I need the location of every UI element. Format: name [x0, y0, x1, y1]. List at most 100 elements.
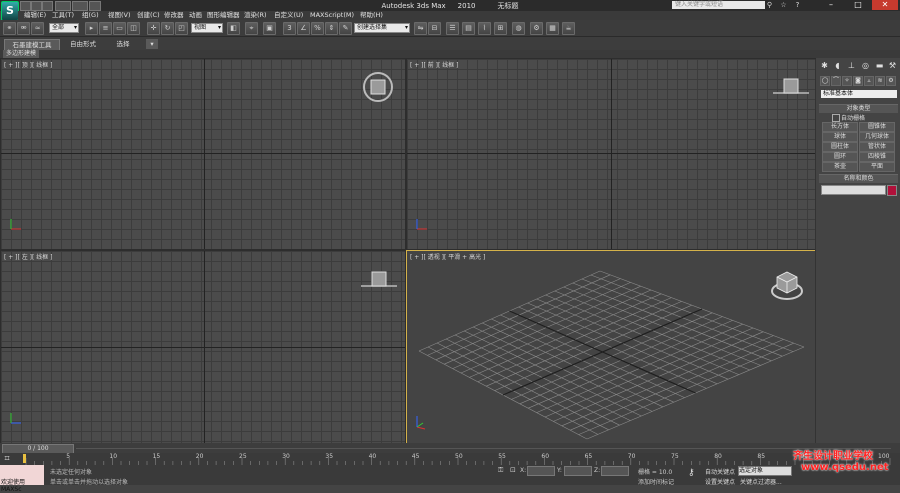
- named-selection-dropdown[interactable]: 创建选择集: [354, 23, 410, 33]
- reference-coordinate-dropdown[interactable]: 视图: [191, 23, 223, 33]
- select-object-icon[interactable]: ▸: [85, 22, 98, 35]
- sphere-button[interactable]: 球体: [822, 132, 858, 142]
- percent-snap-icon[interactable]: %: [311, 22, 324, 35]
- keyboard-shortcut-override-icon[interactable]: ▣: [263, 22, 276, 35]
- name-color-rollout[interactable]: 名称和颜色: [819, 174, 898, 183]
- tab-graphite-modeling[interactable]: 石墨建模工具: [4, 39, 60, 50]
- primitive-category-dropdown[interactable]: 标准基本体: [821, 90, 897, 98]
- menu-rendering[interactable]: 渲染(R): [244, 11, 267, 20]
- curve-editor-icon[interactable]: ⌇: [478, 22, 491, 35]
- torus-button[interactable]: 圆环: [822, 152, 858, 162]
- viewport-front[interactable]: [ + ][ 前 ][ 线框 ]: [406, 58, 816, 250]
- bind-space-warp-icon[interactable]: ≈: [31, 22, 44, 35]
- object-name-input[interactable]: [821, 185, 886, 195]
- z-coordinate-input[interactable]: [601, 466, 629, 476]
- helpers-icon[interactable]: ▵: [864, 76, 874, 86]
- menu-customize[interactable]: 自定义(U): [274, 11, 303, 20]
- scale-icon[interactable]: ◰: [175, 22, 188, 35]
- menu-group[interactable]: 组(G): [82, 11, 99, 20]
- viewport-top-label[interactable]: [ + ][ 顶 ][ 线框 ]: [4, 60, 53, 69]
- material-editor-icon[interactable]: ◍: [512, 22, 525, 35]
- render-setup-icon[interactable]: ⚙: [530, 22, 543, 35]
- shapes-icon[interactable]: ⌒: [831, 76, 841, 86]
- select-link-icon[interactable]: ⚭: [3, 22, 16, 35]
- save-file-icon[interactable]: [42, 1, 53, 11]
- pivot-center-icon[interactable]: ◧: [227, 22, 240, 35]
- object-color-swatch[interactable]: [887, 185, 897, 196]
- geometry-icon[interactable]: ◯: [820, 76, 830, 86]
- viewport-left-label[interactable]: [ + ][ 左 ][ 线框 ]: [4, 252, 53, 261]
- selection-filter-dropdown[interactable]: 全部: [49, 23, 79, 33]
- maximize-button[interactable]: □: [845, 0, 871, 10]
- viewport-front-label[interactable]: [ + ][ 前 ][ 线框 ]: [410, 60, 459, 69]
- teapot-button[interactable]: 茶壶: [822, 162, 858, 172]
- menu-animation[interactable]: 动画: [189, 11, 202, 20]
- menu-modifiers[interactable]: 修改器: [164, 11, 184, 20]
- mini-curve-editor-icon[interactable]: ⌗: [0, 453, 14, 465]
- viewcube-top-icon[interactable]: [361, 70, 395, 104]
- ribbon-minimize-icon[interactable]: ▾: [146, 39, 158, 49]
- rotate-icon[interactable]: ↻: [161, 22, 174, 35]
- menu-tools[interactable]: 工具(T): [52, 11, 74, 20]
- tab-selection[interactable]: 选择: [108, 39, 138, 49]
- move-icon[interactable]: ✛: [147, 22, 160, 35]
- tube-button[interactable]: 管状体: [859, 142, 895, 152]
- angle-snap-icon[interactable]: ∠: [297, 22, 310, 35]
- unlink-icon[interactable]: ⚮: [17, 22, 30, 35]
- select-by-name-icon[interactable]: ≡: [99, 22, 112, 35]
- open-file-icon[interactable]: [31, 1, 42, 11]
- box-button[interactable]: 长方体: [822, 122, 858, 132]
- timeline-ruler[interactable]: 5 10 15 20 25 30 35 40 45 50 55 60 65 70 75 80 85 90 95 100…: [0, 453, 900, 465]
- rendered-frame-window-icon[interactable]: ▦: [546, 22, 559, 35]
- menu-graph-editors[interactable]: 图形编辑器: [207, 11, 240, 20]
- schematic-view-icon[interactable]: ⊞: [494, 22, 507, 35]
- spinner-snap-icon[interactable]: ⇕: [325, 22, 338, 35]
- menu-maxscript[interactable]: MAXScript(M): [310, 11, 354, 20]
- utilities-tab-icon[interactable]: ⚒: [888, 61, 897, 70]
- pyramid-button[interactable]: 四棱锥: [859, 152, 895, 162]
- lock-selection-icon[interactable]: ⚿: [498, 466, 503, 475]
- geosphere-button[interactable]: 几何球体: [859, 132, 895, 142]
- mirror-icon[interactable]: ⇋: [414, 22, 427, 35]
- viewcube-front-icon[interactable]: [771, 75, 811, 101]
- select-manipulate-icon[interactable]: ⌖: [245, 22, 258, 35]
- menu-create[interactable]: 创建(C): [137, 11, 160, 20]
- new-file-icon[interactable]: [20, 1, 31, 11]
- cameras-icon[interactable]: ◙: [853, 76, 863, 86]
- polygon-modeling-panel[interactable]: 多边形建模: [3, 50, 40, 58]
- plane-button[interactable]: 平面: [859, 162, 895, 172]
- redo-icon[interactable]: [72, 1, 88, 11]
- viewport-left[interactable]: [ + ][ 左 ][ 线框 ]: [0, 250, 406, 444]
- edit-named-selection-icon[interactable]: ✎: [339, 22, 352, 35]
- viewcube-left-icon[interactable]: [359, 268, 399, 294]
- align-icon[interactable]: ⊟: [428, 22, 441, 35]
- autogrid-checkbox[interactable]: [832, 114, 840, 122]
- graphite-toggle-icon[interactable]: ▤: [462, 22, 475, 35]
- menu-edit[interactable]: 编辑(E): [24, 11, 46, 20]
- help-icon[interactable]: ?: [793, 1, 802, 9]
- maxscript-listener[interactable]: 欢迎使用 MAXSc: [0, 465, 44, 493]
- undo-icon[interactable]: [55, 1, 71, 11]
- lights-icon[interactable]: ✧: [842, 76, 852, 86]
- y-coordinate-input[interactable]: [564, 466, 592, 476]
- viewport-perspective[interactable]: [ + ][ 透视 ][ 平滑 + 高光 ]: [406, 250, 816, 444]
- modify-tab-icon[interactable]: ◖: [833, 61, 842, 70]
- layer-manager-icon[interactable]: ☰: [446, 22, 459, 35]
- window-crossing-icon[interactable]: ◫: [127, 22, 140, 35]
- key-mode-dropdown[interactable]: 选定对象: [738, 466, 792, 476]
- app-menu-logo-icon[interactable]: S: [1, 1, 19, 21]
- auto-key-button[interactable]: 自动关键点: [705, 467, 735, 476]
- info-center-icon[interactable]: ☆: [779, 1, 788, 9]
- binoculars-icon[interactable]: ⚲: [765, 1, 774, 9]
- space-warps-icon[interactable]: ≋: [875, 76, 885, 86]
- snaps-toggle-icon[interactable]: 3: [283, 22, 296, 35]
- object-type-rollout[interactable]: 对象类型: [819, 104, 898, 113]
- rectangle-selection-icon[interactable]: ▭: [113, 22, 126, 35]
- viewcube-perspective-icon[interactable]: [769, 269, 805, 303]
- viewport-top[interactable]: [ + ][ 顶 ][ 线框 ]: [0, 58, 406, 250]
- x-coordinate-input[interactable]: [527, 466, 555, 476]
- hierarchy-tab-icon[interactable]: ⊥: [847, 61, 856, 70]
- key-icon[interactable]: ⚷: [688, 468, 695, 478]
- cylinder-button[interactable]: 圆柱体: [822, 142, 858, 152]
- render-production-icon[interactable]: ☕: [562, 22, 575, 35]
